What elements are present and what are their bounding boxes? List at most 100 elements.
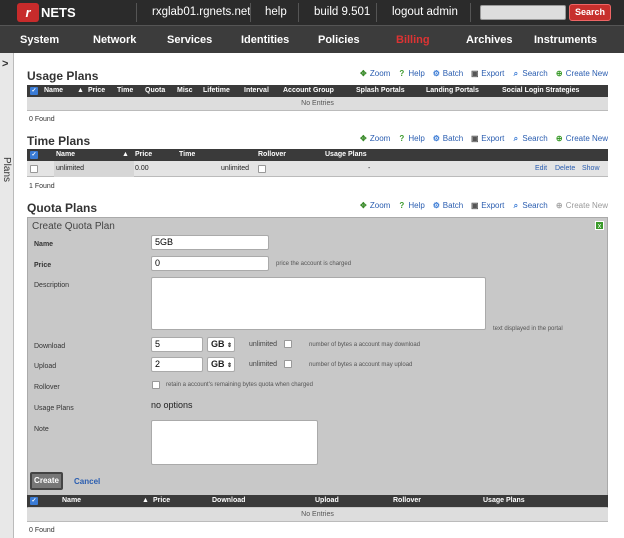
batch-button[interactable]: ⚙ Batch	[432, 134, 464, 143]
close-icon[interactable]: x	[595, 221, 604, 230]
nav-archives[interactable]: Archives	[466, 34, 512, 46]
search-button[interactable]: ⌕ Search	[511, 69, 548, 78]
rollover-checkbox	[258, 165, 266, 173]
logout-link[interactable]: logout admin	[392, 6, 458, 18]
create-button[interactable]: Create	[30, 472, 63, 490]
zoom-icon: ✥	[360, 134, 367, 143]
column-header[interactable]: Usage Plans	[483, 497, 525, 504]
nav-identities[interactable]: Identities	[241, 34, 289, 46]
delete-link[interactable]: Delete	[555, 165, 575, 172]
search-button[interactable]: ⌕ Search	[511, 134, 548, 143]
global-search-input[interactable]	[480, 5, 566, 20]
zoom-button[interactable]: ✥ Zoom	[359, 201, 390, 210]
global-search-button[interactable]: Search	[569, 4, 611, 21]
batch-icon: ⚙	[432, 69, 440, 78]
export-button[interactable]: ▣ Export	[470, 134, 504, 143]
select-all-checkbox[interactable]: ✓	[30, 497, 38, 505]
divider	[250, 3, 251, 22]
edit-link[interactable]: Edit	[535, 165, 547, 172]
column-header[interactable]: Social Login Strategies	[502, 87, 579, 94]
form-title: Create Quota Plan	[32, 221, 115, 232]
sort-icon[interactable]: ▲	[142, 497, 149, 504]
sidebar-toggle-icon[interactable]: >	[2, 58, 8, 70]
column-header[interactable]: Misc	[177, 87, 193, 94]
column-header[interactable]: Name	[56, 151, 75, 158]
help-link[interactable]: help	[265, 6, 287, 18]
description-label: Description	[34, 282, 70, 289]
upload-unit-select[interactable]: GB ⇕	[207, 357, 235, 372]
batch-button[interactable]: ⚙ Batch	[432, 201, 464, 210]
price-hint: price the account is charged	[276, 261, 352, 267]
create-quota-plan-form: Create Quota Plan x Name 5GB Price 0 pri…	[27, 217, 608, 522]
logo-text: NETS	[41, 5, 76, 20]
sort-icon[interactable]: ▲	[77, 87, 84, 94]
help-button[interactable]: ? Help	[397, 134, 424, 143]
column-header[interactable]: Price	[88, 87, 105, 94]
column-header[interactable]: Time	[179, 151, 195, 158]
logo-icon: r	[17, 3, 39, 22]
note-textarea[interactable]	[151, 420, 318, 465]
nav-billing[interactable]: Billing	[396, 34, 430, 46]
select-all-checkbox[interactable]: ✓	[30, 87, 38, 95]
column-header[interactable]: Account Group	[283, 87, 334, 94]
column-header[interactable]: Rollover	[258, 151, 286, 158]
show-link[interactable]: Show	[582, 165, 600, 172]
column-header[interactable]: Download	[212, 497, 245, 504]
export-button[interactable]: ▣ Export	[470, 201, 504, 210]
nav-policies[interactable]: Policies	[318, 34, 360, 46]
usage-plans-table-header: ✓ Name ▲ Price Time Quota Misc Lifetime …	[27, 85, 608, 97]
help-button[interactable]: ? Help	[397, 69, 424, 78]
zoom-icon: ✥	[360, 69, 367, 78]
rollover-checkbox[interactable]	[152, 381, 160, 389]
column-header[interactable]: Landing Portals	[426, 87, 479, 94]
download-unlimited-checkbox[interactable]	[284, 340, 292, 348]
divider	[298, 3, 299, 22]
description-textarea[interactable]	[151, 277, 486, 330]
cancel-link[interactable]: Cancel	[74, 477, 100, 486]
export-button[interactable]: ▣ Export	[470, 69, 504, 78]
zoom-button[interactable]: ✥ Zoom	[359, 69, 390, 78]
help-button[interactable]: ? Help	[397, 201, 424, 210]
row-checkbox[interactable]	[30, 165, 38, 173]
help-icon: ?	[399, 201, 405, 210]
column-header[interactable]: Lifetime	[203, 87, 230, 94]
nav-network[interactable]: Network	[93, 34, 136, 46]
download-input[interactable]: 5	[151, 337, 203, 352]
zoom-button[interactable]: ✥ Zoom	[359, 134, 390, 143]
search-button[interactable]: ⌕ Search	[511, 201, 548, 210]
column-header[interactable]: Time	[117, 87, 133, 94]
batch-icon: ⚙	[432, 201, 440, 210]
sidebar-label[interactable]: Plans	[1, 157, 12, 182]
quota-plans-empty: No Entries	[27, 508, 608, 522]
nav-system[interactable]: System	[20, 34, 59, 46]
column-header[interactable]: Usage Plans	[325, 151, 367, 158]
logo[interactable]: r NETS	[17, 3, 76, 22]
column-header[interactable]: Price	[135, 151, 152, 158]
nav-instruments[interactable]: Instruments	[534, 34, 597, 46]
search-icon: ⌕	[513, 201, 519, 210]
column-header[interactable]: Price	[153, 497, 170, 504]
batch-button[interactable]: ⚙ Batch	[432, 69, 464, 78]
column-header[interactable]: Name	[44, 87, 63, 94]
search-icon: ⌕	[513, 69, 519, 78]
column-header[interactable]: Splash Portals	[356, 87, 405, 94]
download-unit-select[interactable]: GB ⇕	[207, 337, 235, 352]
select-all-checkbox[interactable]: ✓	[30, 151, 38, 159]
upload-unlimited-checkbox[interactable]	[284, 360, 292, 368]
upload-unlimited-label: unlimited	[249, 361, 278, 368]
create-new-button[interactable]: ⊕ Create New	[555, 134, 608, 143]
column-header[interactable]: Rollover	[393, 497, 421, 504]
column-header[interactable]: Quota	[145, 87, 165, 94]
create-new-button[interactable]: ⊕ Create New	[555, 69, 608, 78]
nav-services[interactable]: Services	[167, 34, 212, 46]
column-header[interactable]: Upload	[315, 497, 339, 504]
quota-plans-title: Quota Plans	[27, 201, 98, 215]
upload-input[interactable]: 2	[151, 357, 203, 372]
column-header[interactable]: Interval	[244, 87, 269, 94]
price-input[interactable]: 0	[151, 256, 269, 271]
column-header[interactable]: Name	[62, 497, 81, 504]
chevron-updown-icon: ⇕	[227, 343, 233, 349]
sort-icon[interactable]: ▲	[122, 151, 129, 158]
rollover-label: Rollover	[34, 384, 60, 391]
name-input[interactable]: 5GB	[151, 235, 269, 250]
